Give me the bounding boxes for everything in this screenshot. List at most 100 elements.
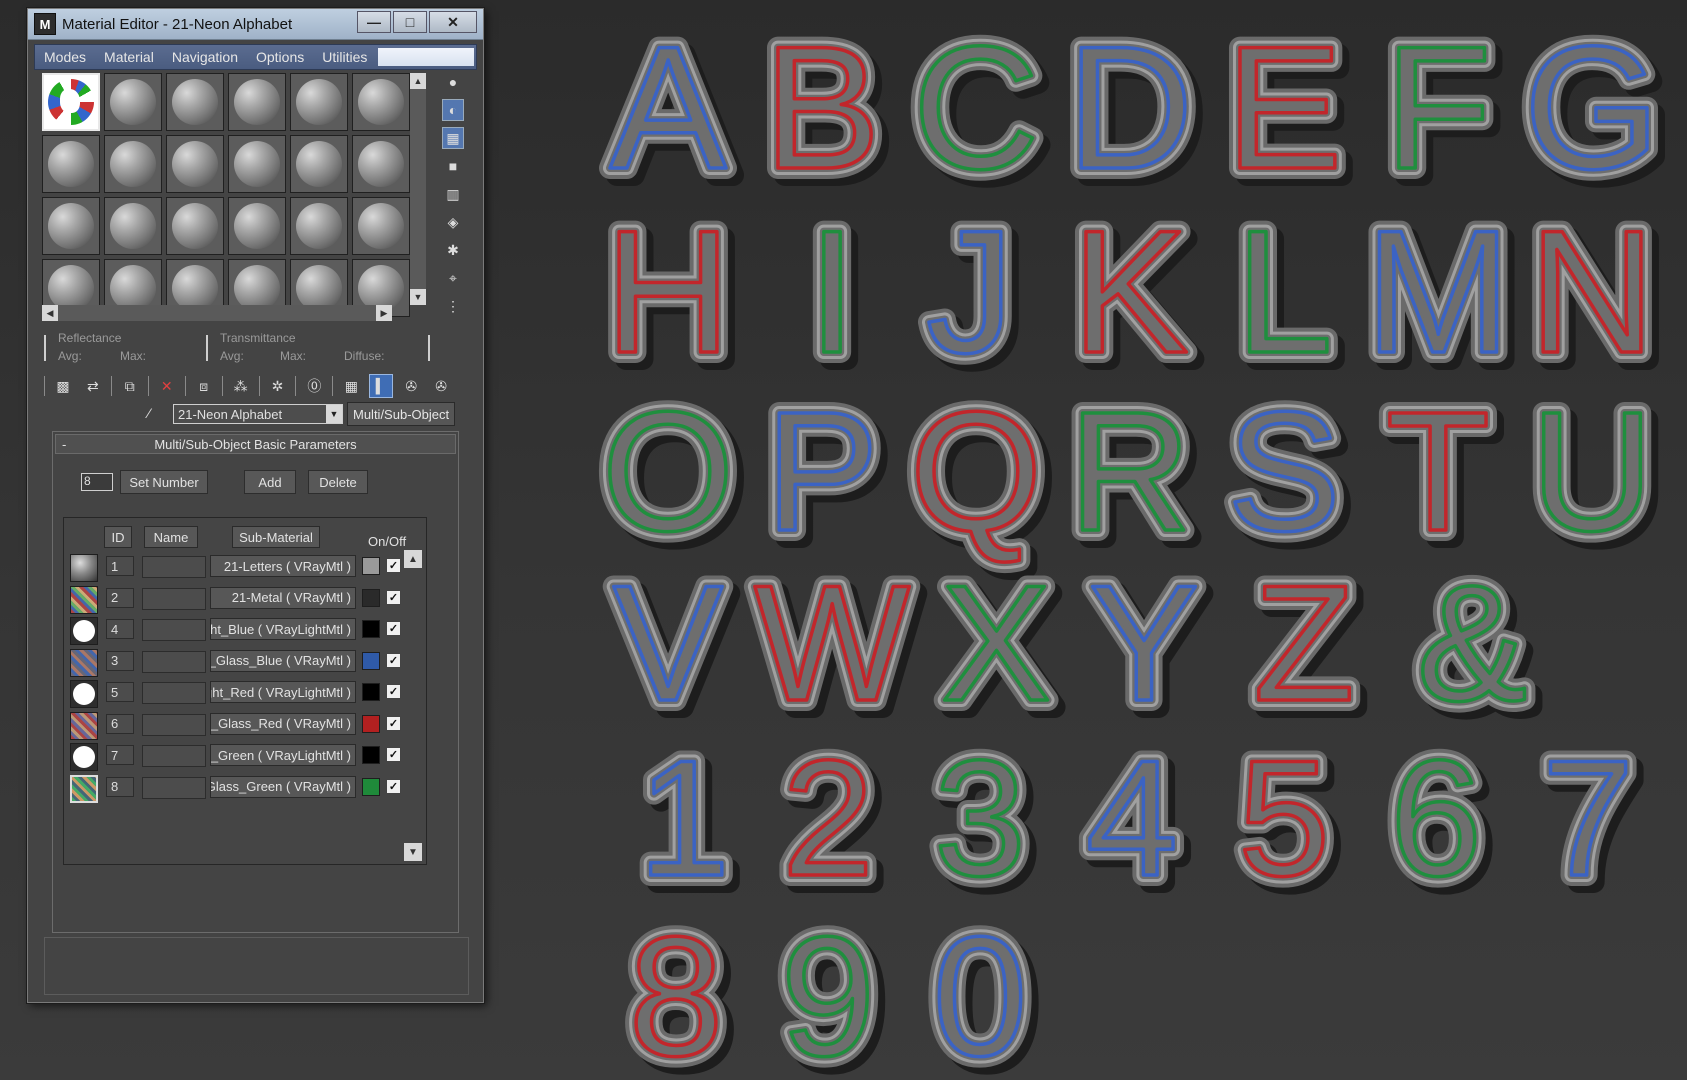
close-button[interactable]: ✕ <box>429 11 477 33</box>
on-off-checkbox[interactable]: ✓ <box>386 778 401 794</box>
neon-glyph[interactable]: JJJJJ <box>915 184 1032 408</box>
sample-slot[interactable] <box>352 135 410 193</box>
sub-material-name-field[interactable] <box>142 556 206 578</box>
sub-material-id[interactable]: 6 <box>106 713 134 734</box>
material-type-button[interactable]: Multi/Sub-Object <box>347 402 456 426</box>
chevron-down-icon[interactable]: ▼ <box>326 405 342 423</box>
menu-modes[interactable]: Modes <box>35 49 95 65</box>
collapse-icon[interactable]: - <box>62 437 66 452</box>
menu-utilities[interactable]: Utilities <box>313 49 376 65</box>
sub-material-id[interactable]: 4 <box>106 619 134 639</box>
rollout-header[interactable]: - Multi/Sub-Object Basic Parameters <box>55 434 456 454</box>
sub-material-name-field[interactable] <box>142 745 206 767</box>
neon-glyph[interactable]: CCCCC <box>902 0 1057 224</box>
neon-glyph[interactable]: OOOOO <box>591 366 752 585</box>
sample-slot[interactable] <box>104 197 162 255</box>
title-bar[interactable]: M Material Editor - 21-Neon Alphabet — □… <box>28 9 483 40</box>
video-color-check-icon[interactable]: ▥ <box>442 183 464 205</box>
on-off-checkbox[interactable]: ✓ <box>386 652 401 668</box>
sub-material-column-header[interactable]: Sub-Material <box>232 526 320 548</box>
sub-material-id[interactable]: 5 <box>106 682 134 702</box>
sub-material-name-field[interactable] <box>142 619 206 641</box>
neon-glyph[interactable]: 22222 <box>771 715 892 928</box>
sub-material-thumbnail[interactable] <box>70 711 98 740</box>
sub-material-thumbnail[interactable] <box>70 585 98 614</box>
delete-button[interactable]: Delete <box>308 470 368 494</box>
sample-slot[interactable] <box>290 135 348 193</box>
menu-navigation[interactable]: Navigation <box>163 49 247 65</box>
sub-material-name-field[interactable] <box>142 682 206 704</box>
neon-glyph[interactable]: 00000 <box>922 891 1046 1080</box>
show-shaded-material-icon[interactable]: ▦ <box>339 374 363 398</box>
neon-glyph[interactable]: 44444 <box>1075 715 1196 928</box>
sub-material-id[interactable]: 2 <box>106 587 134 608</box>
sub-material-name-field[interactable] <box>142 713 206 736</box>
sub-material-name-field[interactable] <box>142 776 206 799</box>
pick-material-eyedropper-icon[interactable]: ⁄ <box>148 405 166 423</box>
sub-material-name-field[interactable] <box>142 587 206 610</box>
put-to-library-icon[interactable]: ✲ <box>266 374 290 398</box>
sample-slot[interactable] <box>352 197 410 255</box>
on-off-checkbox[interactable]: ✓ <box>386 621 401 636</box>
neon-glyph[interactable]: WWWWW <box>743 540 928 753</box>
go-to-parent-icon[interactable]: ✇ <box>399 374 423 398</box>
on-off-checkbox[interactable]: ✓ <box>386 589 401 605</box>
neon-glyph[interactable]: &&&&& <box>1406 540 1545 753</box>
menu-material[interactable]: Material <box>95 49 163 65</box>
sub-material-thumbnail[interactable] <box>70 554 98 582</box>
sub-material-thumbnail[interactable] <box>70 774 98 803</box>
on-off-checkbox[interactable]: ✓ <box>386 715 401 731</box>
list-scroll-down-icon[interactable]: ▼ <box>404 843 422 861</box>
make-material-copy-icon[interactable]: ⧈ <box>192 374 216 398</box>
sample-slot[interactable] <box>228 135 286 193</box>
neon-glyph[interactable]: BBBBB <box>753 0 899 224</box>
sub-material-thumbnail[interactable] <box>70 648 98 677</box>
sample-type-sphere-icon[interactable]: ● <box>442 71 464 93</box>
menu-options[interactable]: Options <box>247 49 313 65</box>
list-scroll-up-icon[interactable]: ▲ <box>404 550 422 568</box>
sub-material-button[interactable]: 21-Letters ( VRayMtl ) <box>210 555 356 577</box>
neon-glyph[interactable]: QQQQQ <box>899 366 1060 585</box>
sub-material-color-swatch[interactable] <box>362 588 380 607</box>
sub-material-color-swatch[interactable] <box>362 557 380 575</box>
neon-glyph[interactable]: LLLLL <box>1224 184 1350 408</box>
sub-material-id[interactable]: 7 <box>106 745 134 765</box>
sample-slot[interactable] <box>42 197 100 255</box>
sample-slot[interactable] <box>166 73 224 131</box>
select-by-material-icon[interactable]: ⌖ <box>442 267 464 289</box>
slots-vertical-scrollbar[interactable]: ▲ ▼ <box>410 73 426 305</box>
sub-material-thumbnail[interactable] <box>70 680 98 708</box>
assign-material-to-selection-icon[interactable]: ⧉ <box>118 374 142 398</box>
sub-material-button[interactable]: _Glass_Green ( VRayMtl ) <box>210 775 356 798</box>
sub-material-button[interactable]: 21-Metal ( VRayMtl ) <box>210 586 356 609</box>
id-column-header[interactable]: ID <box>104 526 132 548</box>
neon-glyph[interactable]: ZZZZZ <box>1243 540 1373 753</box>
get-material-icon[interactable]: ▩ <box>51 374 75 398</box>
sub-material-count-field[interactable]: 8 <box>81 473 113 491</box>
sample-slot[interactable] <box>104 73 162 131</box>
on-off-checkbox[interactable]: ✓ <box>386 684 401 699</box>
neon-glyph[interactable]: HHHHH <box>594 184 749 408</box>
neon-glyph[interactable]: 11111 <box>627 715 748 928</box>
sub-material-id[interactable]: 1 <box>106 556 134 576</box>
neon-glyph[interactable]: TTTTT <box>1375 366 1508 585</box>
sample-slot[interactable] <box>166 135 224 193</box>
scroll-down-arrow-icon[interactable]: ▼ <box>410 289 426 305</box>
sub-material-id[interactable]: 3 <box>106 650 134 671</box>
scroll-right-arrow-icon[interactable]: ▶ <box>376 305 392 321</box>
sample-slot[interactable] <box>104 135 162 193</box>
sample-slot[interactable] <box>228 197 286 255</box>
sample-slot[interactable] <box>290 197 348 255</box>
material-editor-window[interactable]: M Material Editor - 21-Neon Alphabet — □… <box>27 8 484 1003</box>
maximize-button[interactable]: □ <box>393 11 427 33</box>
neon-glyph[interactable]: 88888 <box>618 891 742 1080</box>
neon-glyph[interactable]: 66666 <box>1379 715 1500 928</box>
neon-glyph[interactable]: YYYYY <box>1078 540 1217 753</box>
neon-glyph[interactable]: FFFFF <box>1374 0 1510 224</box>
on-off-checkbox[interactable]: ✓ <box>386 747 401 762</box>
sub-material-button[interactable]: ight_Red ( VRayLightMtl ) <box>210 681 356 703</box>
neon-glyph[interactable]: 55555 <box>1227 715 1348 928</box>
sample-slot[interactable] <box>352 73 410 131</box>
make-unique-icon[interactable]: ⁂ <box>229 374 253 398</box>
sample-uv-tiling-icon[interactable]: ■ <box>442 155 464 177</box>
